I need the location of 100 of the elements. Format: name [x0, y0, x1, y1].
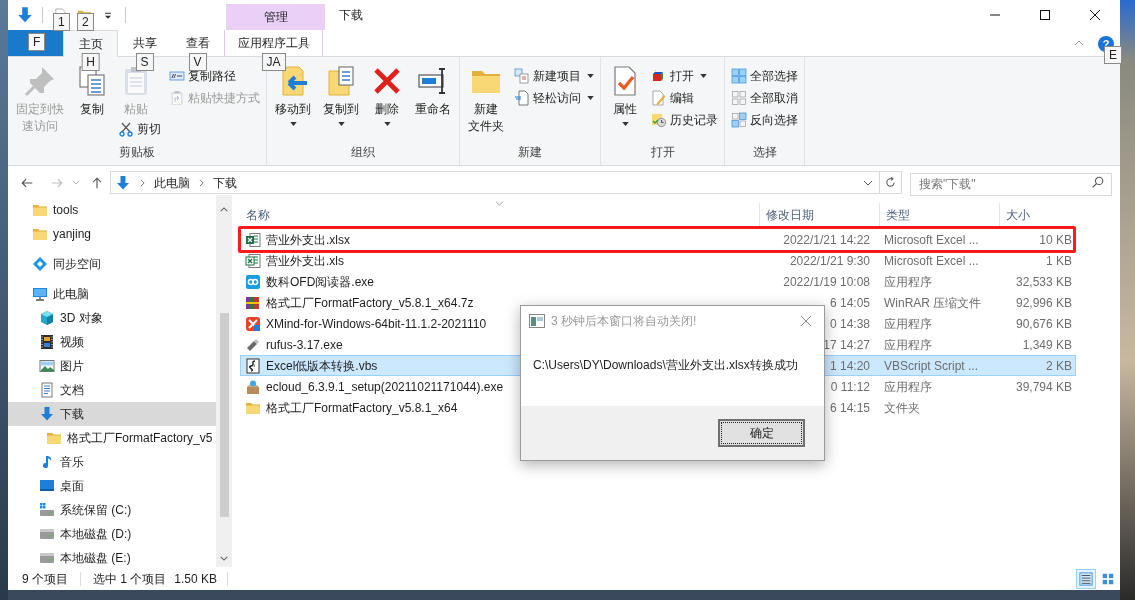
file-size: 2 KB — [1046, 358, 1072, 373]
file-size: 1,349 KB — [1022, 337, 1072, 352]
modified-date: 2022/1/21 14:22 — [783, 232, 870, 247]
nav-item[interactable]: 图片 — [8, 354, 216, 378]
ribbon-group-label: 组织 — [350, 144, 376, 161]
nav-item[interactable]: 本地磁盘 (D:) — [8, 522, 216, 546]
address-bar[interactable]: 此电脑 下载 — [110, 171, 880, 194]
scroll-down-icon[interactable] — [220, 556, 228, 561]
column-header[interactable]: 名称 — [240, 206, 270, 224]
folder-icon — [32, 202, 48, 218]
file-type: 应用程序 — [884, 316, 932, 331]
column-header[interactable]: 类型 — [880, 206, 910, 224]
modified-date: 6 14:05 — [829, 295, 870, 310]
select-all-button[interactable]: 全部选择 — [729, 65, 800, 87]
file-name[interactable]: 格式工厂FormatFactory_v5.8.1_x64 — [266, 398, 458, 417]
ribbon-tab[interactable]: 查看 — [171, 30, 224, 56]
folder-pages-icon — [325, 65, 357, 97]
scissors-icon — [118, 121, 134, 137]
open-button[interactable]: 打开 — [649, 65, 709, 87]
up-arrow-icon[interactable] — [90, 175, 104, 190]
rename-button[interactable]: 重命名 — [411, 65, 455, 118]
nav-item[interactable]: 音乐 — [8, 450, 216, 474]
edit-button[interactable]: 编辑 — [649, 87, 696, 109]
landscape-picture-icon — [39, 358, 55, 374]
new-folder-button[interactable]: 新建 文件夹 — [464, 65, 508, 135]
nav-item[interactable]: 下载 — [8, 402, 216, 426]
caret-icon — [289, 122, 297, 126]
ribbon-tab[interactable]: 共享 — [118, 30, 171, 56]
file-name[interactable]: rufus-3.17.exe — [266, 335, 343, 354]
chevron-right-icon — [140, 178, 145, 187]
nav-item[interactable]: 3D 对象 — [8, 306, 216, 330]
chevron-right-icon — [199, 178, 204, 187]
details-view-icon — [1079, 571, 1093, 586]
nav-item[interactable]: 格式工厂FormatFactory_v5 — [8, 426, 216, 450]
nav-item[interactable]: 系统保留 (C:) — [8, 498, 216, 522]
refresh-button[interactable] — [880, 171, 902, 194]
invert-selection-button[interactable]: 反向选择 — [729, 109, 800, 131]
history-button[interactable]: 历史记录 — [649, 109, 720, 131]
hard-drive-icon — [39, 526, 55, 542]
breadcrumb[interactable]: 下载 — [213, 173, 237, 192]
ribbon-tab[interactable]: 主页 — [63, 30, 118, 57]
modified-date: 1 14:20 — [829, 358, 870, 373]
clipboard-icon — [169, 90, 185, 106]
scroll-up-icon[interactable] — [220, 207, 228, 212]
nav-item[interactable]: tools — [8, 198, 216, 222]
file-name[interactable]: XMind-for-Windows-64bit-11.1.2-2021110 — [266, 314, 487, 333]
column-header[interactable]: 大小 — [1000, 206, 1030, 224]
file-name[interactable]: 营业外支出.xlsx — [266, 230, 350, 249]
caret-icon — [700, 74, 707, 78]
ribbon-tab[interactable]: 应用程序工具 — [224, 30, 323, 56]
file-type: 应用程序 — [884, 337, 932, 352]
nav-item[interactable]: yanjing — [8, 222, 216, 246]
cut-button[interactable]: 剪切 — [116, 118, 163, 140]
search-field[interactable]: 搜索"下载" — [910, 172, 1112, 196]
file-name[interactable]: ecloud_6.3.9.1_setup(20211021171044).exe — [266, 377, 504, 396]
file-type: Microsoft Excel ... — [884, 253, 979, 268]
grid-icon — [731, 90, 747, 106]
path-bar-icon — [169, 68, 185, 84]
key-tooltip: E — [1104, 46, 1122, 64]
file-name[interactable]: 格式工厂FormatFactory_v5.8.1_x64.7z — [266, 293, 474, 312]
close-icon — [801, 316, 811, 326]
nav-item[interactable]: 视频 — [8, 330, 216, 354]
breadcrumb[interactable]: 此电脑 — [154, 173, 190, 192]
scrollbar[interactable] — [216, 195, 232, 567]
properties-button[interactable]: 属性 — [605, 65, 645, 126]
scrollbar-thumb[interactable] — [219, 313, 229, 517]
spreadsheet-icon — [245, 231, 261, 248]
select-none-button[interactable]: 全部取消 — [729, 87, 800, 109]
quick-access-button[interactable] — [16, 5, 34, 25]
copy-to-button[interactable]: 复制到 — [319, 65, 363, 126]
item-count: 9 个项目 — [22, 570, 68, 588]
ribbon-group-label: 剪贴板 — [118, 144, 156, 161]
modified-date: 0 11:12 — [830, 379, 870, 394]
nav-item[interactable]: 本地磁盘 (E:) — [8, 546, 216, 567]
nav-item[interactable]: 此电脑 — [8, 282, 216, 306]
monitor-icon — [32, 286, 48, 302]
nav-item[interactable]: 桌面 — [8, 474, 216, 498]
key-tooltip: V — [188, 53, 207, 71]
delete-button[interactable]: 删除 — [367, 65, 407, 126]
ribbon-group-label: 选择 — [751, 144, 778, 161]
dialog-message: C:\Users\DY\Downloads\营业外支出.xlsx转换成功 — [533, 357, 798, 374]
new-item-button[interactable]: 新建项目 — [512, 65, 596, 87]
nav-item[interactable]: 文档 — [8, 378, 216, 402]
column-header[interactable]: 修改日期 — [760, 206, 814, 224]
page-pencil-icon — [651, 90, 667, 106]
collapse-ribbon-icon[interactable] — [1074, 40, 1084, 46]
key-tooltip: 2 — [77, 13, 94, 31]
ok-button[interactable]: 确定 — [718, 419, 805, 447]
cross-app-icon — [245, 315, 261, 332]
context-tab-header: 管理 — [226, 4, 325, 30]
file-name[interactable]: 数科OFD阅读器.exe — [266, 272, 374, 291]
key-tooltip: F — [28, 33, 46, 51]
view-button[interactable] — [1076, 568, 1096, 589]
file-name[interactable]: 营业外支出.xls — [266, 251, 344, 270]
file-type: VBScript Script ... — [884, 358, 979, 373]
easy-access-button[interactable]: 轻松访问 — [512, 87, 596, 109]
sort-chevron-icon — [495, 201, 504, 206]
nav-item[interactable]: 同步空间 — [8, 252, 216, 276]
chevron-down-icon[interactable] — [863, 179, 873, 186]
file-name[interactable]: Excel低版本转换.vbs — [266, 356, 378, 375]
